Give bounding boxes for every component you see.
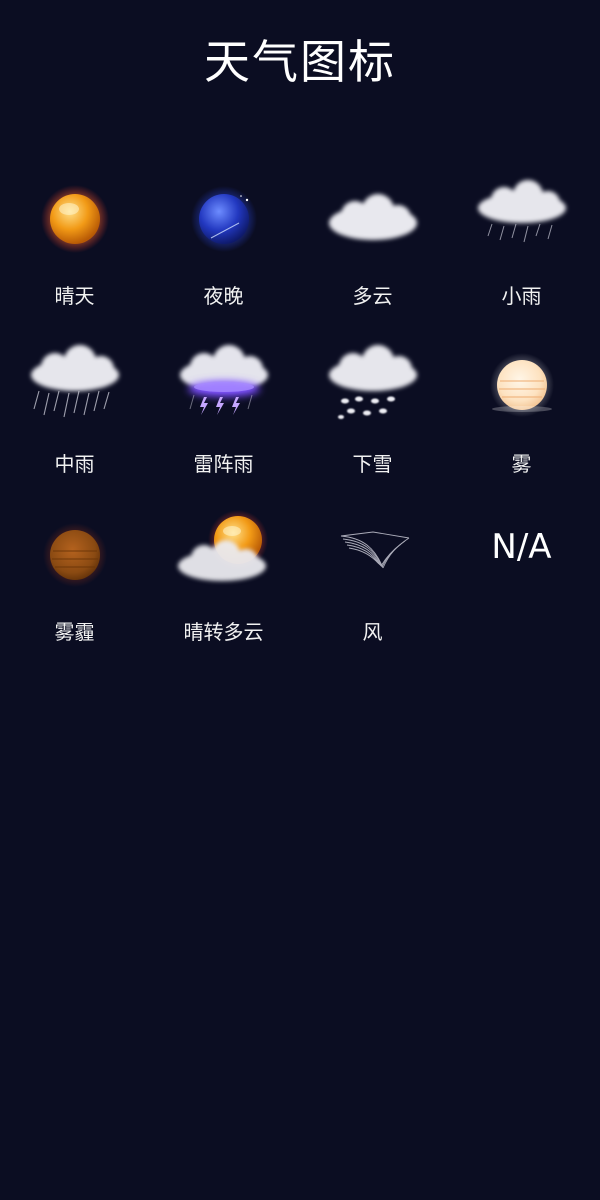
weather-item-haze[interactable]: 雾霾 xyxy=(0,504,149,672)
weather-label: 雾 xyxy=(511,452,532,476)
weather-item-snow[interactable]: 下雪 xyxy=(298,336,447,504)
fog-icon xyxy=(489,353,554,417)
weather-item-na[interactable]: N/A xyxy=(447,504,596,672)
weather-item-thunderstorm[interactable]: 雷阵雨 xyxy=(149,336,298,504)
weather-item-fog[interactable]: 雾 xyxy=(447,336,596,504)
wind-icon xyxy=(340,531,409,569)
weather-label: 中雨 xyxy=(54,452,95,476)
weather-label: 晴转多云 xyxy=(183,620,264,644)
weather-item-night[interactable]: 夜晚 xyxy=(149,168,298,336)
weather-item-moderate-rain[interactable]: 中雨 xyxy=(0,336,149,504)
weather-item-wind[interactable]: 风 xyxy=(298,504,447,672)
weather-item-cloudy[interactable]: 多云 xyxy=(298,168,447,336)
weather-item-sun-to-cloudy[interactable]: 晴转多云 xyxy=(149,504,298,672)
sun-icon xyxy=(40,185,109,253)
night-moon-icon xyxy=(190,186,257,252)
thunderstorm-icon xyxy=(179,345,268,415)
snow-icon xyxy=(328,345,417,419)
weather-label: 雾霾 xyxy=(54,620,95,644)
page-title: 天气图标 xyxy=(204,35,396,89)
cloudy-icon xyxy=(328,194,417,240)
light-rain-icon xyxy=(477,180,566,243)
weather-label: 下雪 xyxy=(352,452,393,476)
weather-item-light-rain[interactable]: 小雨 xyxy=(447,168,596,336)
weather-icon-grid: 晴天 夜晚 多云 小雨 中雨 雷阵雨 下雪 雾 雾霾 晴转多云 风 N/A xyxy=(0,168,600,672)
sun-with-cloud-icon xyxy=(177,510,268,581)
haze-icon xyxy=(42,523,107,587)
weather-label: 多云 xyxy=(352,284,393,308)
weather-label: 夜晚 xyxy=(203,284,244,308)
weather-label: 晴天 xyxy=(54,284,95,308)
weather-item-sunny[interactable]: 晴天 xyxy=(0,168,149,336)
weather-label: 雷阵雨 xyxy=(193,452,254,476)
weather-label: 风 xyxy=(362,620,383,644)
weather-label: 小雨 xyxy=(501,284,542,308)
moderate-rain-icon xyxy=(30,345,119,418)
na-icon: N/A xyxy=(491,527,552,567)
